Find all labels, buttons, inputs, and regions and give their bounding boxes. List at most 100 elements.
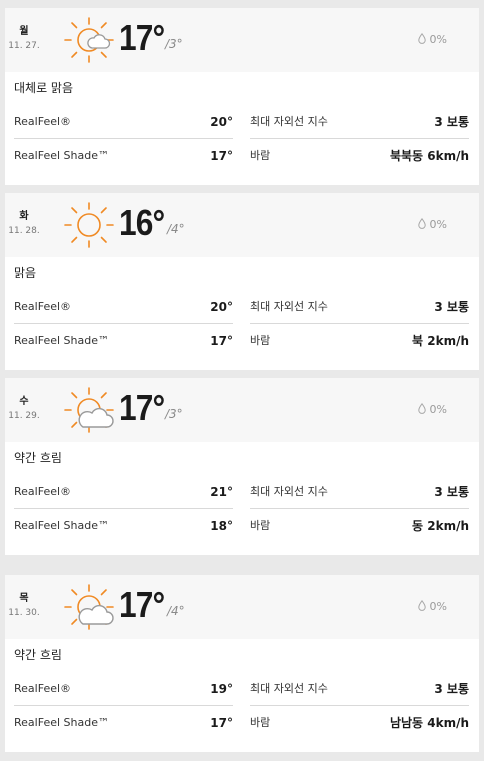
wind-value: 동 2km/h <box>412 519 469 533</box>
realfeel-shade-label: RealFeel Shade™ <box>14 149 109 162</box>
raindrop-icon <box>417 600 426 611</box>
realfeel-label: RealFeel® <box>14 115 72 128</box>
wind-row: 바람 북북동 6km/h <box>250 147 469 165</box>
row-divider <box>250 138 469 139</box>
precipitation-probability: 0% <box>417 218 447 232</box>
forecast-card-header: 화 11. 28. 16° /4° 0% <box>5 193 479 257</box>
realfeel-value: 20° <box>210 300 233 314</box>
realfeel-shade-value: 18° <box>210 519 233 533</box>
weather-phrase: 대체로 맑음 <box>14 81 74 95</box>
realfeel-row: RealFeel® 19° <box>14 680 233 698</box>
realfeel-shade-label: RealFeel Shade™ <box>14 334 109 347</box>
low-temperature: /3° <box>165 407 183 421</box>
precipitation-probability: 0% <box>417 600 447 614</box>
uv-index-row: 최대 자외선 지수 3 보통 <box>250 680 469 698</box>
daily-forecast-card[interactable]: 수 11. 29. 17° /3° 0% 약간 흐림 RealFeel® 21°… <box>5 378 479 555</box>
precipitation-value: 0% <box>429 33 447 46</box>
realfeel-label: RealFeel® <box>14 485 72 498</box>
realfeel-row: RealFeel® 20° <box>14 113 233 131</box>
realfeel-shade-value: 17° <box>210 149 233 163</box>
realfeel-shade-row: RealFeel Shade™ 18° <box>14 517 233 535</box>
daily-forecast-card[interactable]: 목 11. 30. 17° /4° 0% 약간 흐림 RealFeel® 19°… <box>5 575 479 752</box>
low-temperature: /4° <box>167 604 185 618</box>
realfeel-shade-value: 17° <box>210 716 233 730</box>
uv-index-label: 최대 자외선 지수 <box>250 682 328 695</box>
forecast-card-header: 월 11. 27. 17° /3° 0% <box>5 8 479 72</box>
realfeel-shade-row: RealFeel Shade™ 17° <box>14 147 233 165</box>
wind-value: 북 2km/h <box>412 334 469 348</box>
wind-label: 바람 <box>250 149 271 162</box>
uv-index-value: 3 보통 <box>434 485 469 499</box>
wind-label: 바람 <box>250 334 271 347</box>
raindrop-icon <box>417 403 426 414</box>
row-divider <box>250 323 469 324</box>
realfeel-shade-label: RealFeel Shade™ <box>14 716 109 729</box>
forecast-date: 11. 29. <box>8 411 40 421</box>
precipitation-probability: 0% <box>417 403 447 417</box>
realfeel-row: RealFeel® 21° <box>14 483 233 501</box>
day-of-week: 목 <box>19 593 29 604</box>
partly-cloudy-icon <box>64 584 114 630</box>
uv-index-label: 최대 자외선 지수 <box>250 485 328 498</box>
high-temperature: 17° <box>119 584 165 625</box>
weather-icon <box>63 386 115 434</box>
uv-index-value: 3 보통 <box>434 115 469 129</box>
high-temperature: 17° <box>119 17 165 58</box>
wind-value: 남남동 4km/h <box>389 716 469 730</box>
high-temperature: 16° <box>119 202 165 243</box>
wind-label: 바람 <box>250 519 271 532</box>
precipitation-value: 0% <box>429 403 447 416</box>
weather-phrase: 맑음 <box>14 266 37 280</box>
raindrop-icon <box>417 218 426 229</box>
forecast-card-header: 수 11. 29. 17° /3° 0% <box>5 378 479 442</box>
precipitation-value: 0% <box>429 218 447 231</box>
realfeel-shade-row: RealFeel Shade™ 17° <box>14 332 233 350</box>
daily-forecast-card[interactable]: 화 11. 28. 16° /4° 0% 맑음 RealFeel® 20° 최대… <box>5 193 479 370</box>
weather-icon <box>63 583 115 631</box>
realfeel-shade-label: RealFeel Shade™ <box>14 519 109 532</box>
partly-cloudy-icon <box>64 387 114 433</box>
row-divider <box>14 323 233 324</box>
day-of-week: 수 <box>19 396 29 407</box>
uv-index-row: 최대 자외선 지수 3 보통 <box>250 483 469 501</box>
realfeel-value: 19° <box>210 682 233 696</box>
weather-icon <box>63 16 115 64</box>
forecast-card-header: 목 11. 30. 17° /4° 0% <box>5 575 479 639</box>
daily-forecast-card[interactable]: 월 11. 27. 17° /3° 0% 대체로 맑음 RealFeel® 20… <box>5 8 479 185</box>
low-temperature: /3° <box>165 37 183 51</box>
row-divider <box>14 138 233 139</box>
uv-index-value: 3 보통 <box>434 300 469 314</box>
realfeel-value: 20° <box>210 115 233 129</box>
high-temperature: 17° <box>119 387 165 428</box>
uv-index-value: 3 보통 <box>434 682 469 696</box>
wind-label: 바람 <box>250 716 271 729</box>
realfeel-shade-row: RealFeel Shade™ 17° <box>14 714 233 732</box>
wind-row: 바람 남남동 4km/h <box>250 714 469 732</box>
realfeel-label: RealFeel® <box>14 682 72 695</box>
row-divider <box>14 508 233 509</box>
forecast-date: 11. 30. <box>8 608 40 618</box>
wind-row: 바람 동 2km/h <box>250 517 469 535</box>
low-temperature: /4° <box>167 222 185 236</box>
wind-row: 바람 북 2km/h <box>250 332 469 350</box>
uv-index-label: 최대 자외선 지수 <box>250 300 328 313</box>
raindrop-icon <box>417 33 426 44</box>
realfeel-value: 21° <box>210 485 233 499</box>
sun-with-small-cloud-icon <box>64 17 114 63</box>
weather-phrase: 약간 흐림 <box>14 648 62 662</box>
forecast-date: 11. 27. <box>8 41 40 51</box>
day-of-week: 월 <box>19 26 29 37</box>
row-divider <box>250 508 469 509</box>
precipitation-value: 0% <box>429 600 447 613</box>
forecast-date: 11. 28. <box>8 226 40 236</box>
realfeel-row: RealFeel® 20° <box>14 298 233 316</box>
sun-icon <box>64 202 114 248</box>
uv-index-row: 최대 자외선 지수 3 보통 <box>250 298 469 316</box>
row-divider <box>14 705 233 706</box>
weather-icon <box>63 201 115 249</box>
uv-index-row: 최대 자외선 지수 3 보통 <box>250 113 469 131</box>
weather-phrase: 약간 흐림 <box>14 451 62 465</box>
day-of-week: 화 <box>19 211 29 222</box>
uv-index-label: 최대 자외선 지수 <box>250 115 328 128</box>
realfeel-shade-value: 17° <box>210 334 233 348</box>
